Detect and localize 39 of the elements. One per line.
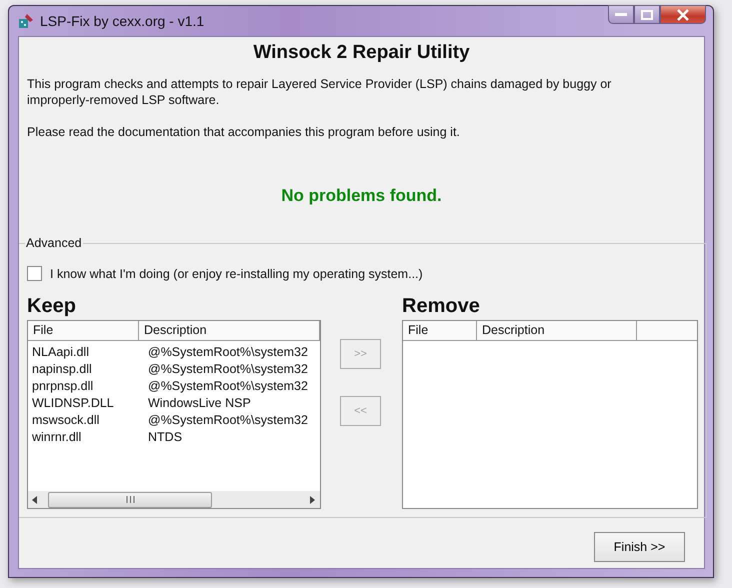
finish-button[interactable]: Finish >> [594,532,685,562]
table-cell-text: @%SystemRoot%\system32 [147,361,309,378]
scroll-left-icon [32,496,38,504]
horizontal-scrollbar[interactable] [28,491,320,508]
minimize-icon [615,12,627,16]
table-cell-text: pnrpnsp.dll [31,378,94,395]
column-header[interactable]: Description [139,321,320,340]
checkbox[interactable] [27,266,42,281]
list-title: Remove [402,295,481,318]
maximize-button[interactable] [634,5,660,24]
close-button[interactable] [660,5,706,24]
table-cell-text: @%SystemRoot%\system32 [147,344,309,361]
table-cell-text: NTDS [147,429,184,446]
app-icon [18,13,34,29]
table-cell-text: napinsp.dll [31,361,93,378]
group-label: Advanced [25,236,83,250]
table-cell-text: WindowsLive NSP [147,395,252,412]
list-title: Keep [27,295,77,318]
note-text: Please read the documentation that accompanies this program before using it. [27,124,461,140]
close-icon [676,8,690,20]
table-cell-text: winrnr.dll [31,429,82,446]
scroll-right-icon [310,496,316,504]
table-cell-text: @%SystemRoot%\system32 [147,378,309,395]
grip-icon [126,496,134,503]
table-cell-text: mswsock.dll [31,412,100,429]
table-cell-text: WLIDNSP.DLL [31,395,115,412]
table-cell-text: NLAapi.dll [31,344,90,361]
intro-text: This program checks and attempts to repair Layered Service Provider (LSP) chains damaged by buggy or improperly-removed LSP software. [27,76,612,108]
table-cell-text: @%SystemRoot%\system32 [147,412,309,429]
column-header[interactable]: File [403,321,477,340]
dialog-heading: Winsock 2 Repair Utility [252,42,471,64]
scroll-thumb[interactable] [48,492,212,508]
minimize-button[interactable] [608,5,634,24]
maximize-icon [641,10,653,20]
checkbox-label: I know what I'm doing (or enjoy re-installing my operating system...) [50,266,423,280]
window-title: LSP-Fix by cexx.org - v1.1 [40,13,204,29]
status-message: No problems found. [280,186,443,206]
column-header[interactable]: Description [477,321,637,340]
column-header[interactable]: File [28,321,139,340]
